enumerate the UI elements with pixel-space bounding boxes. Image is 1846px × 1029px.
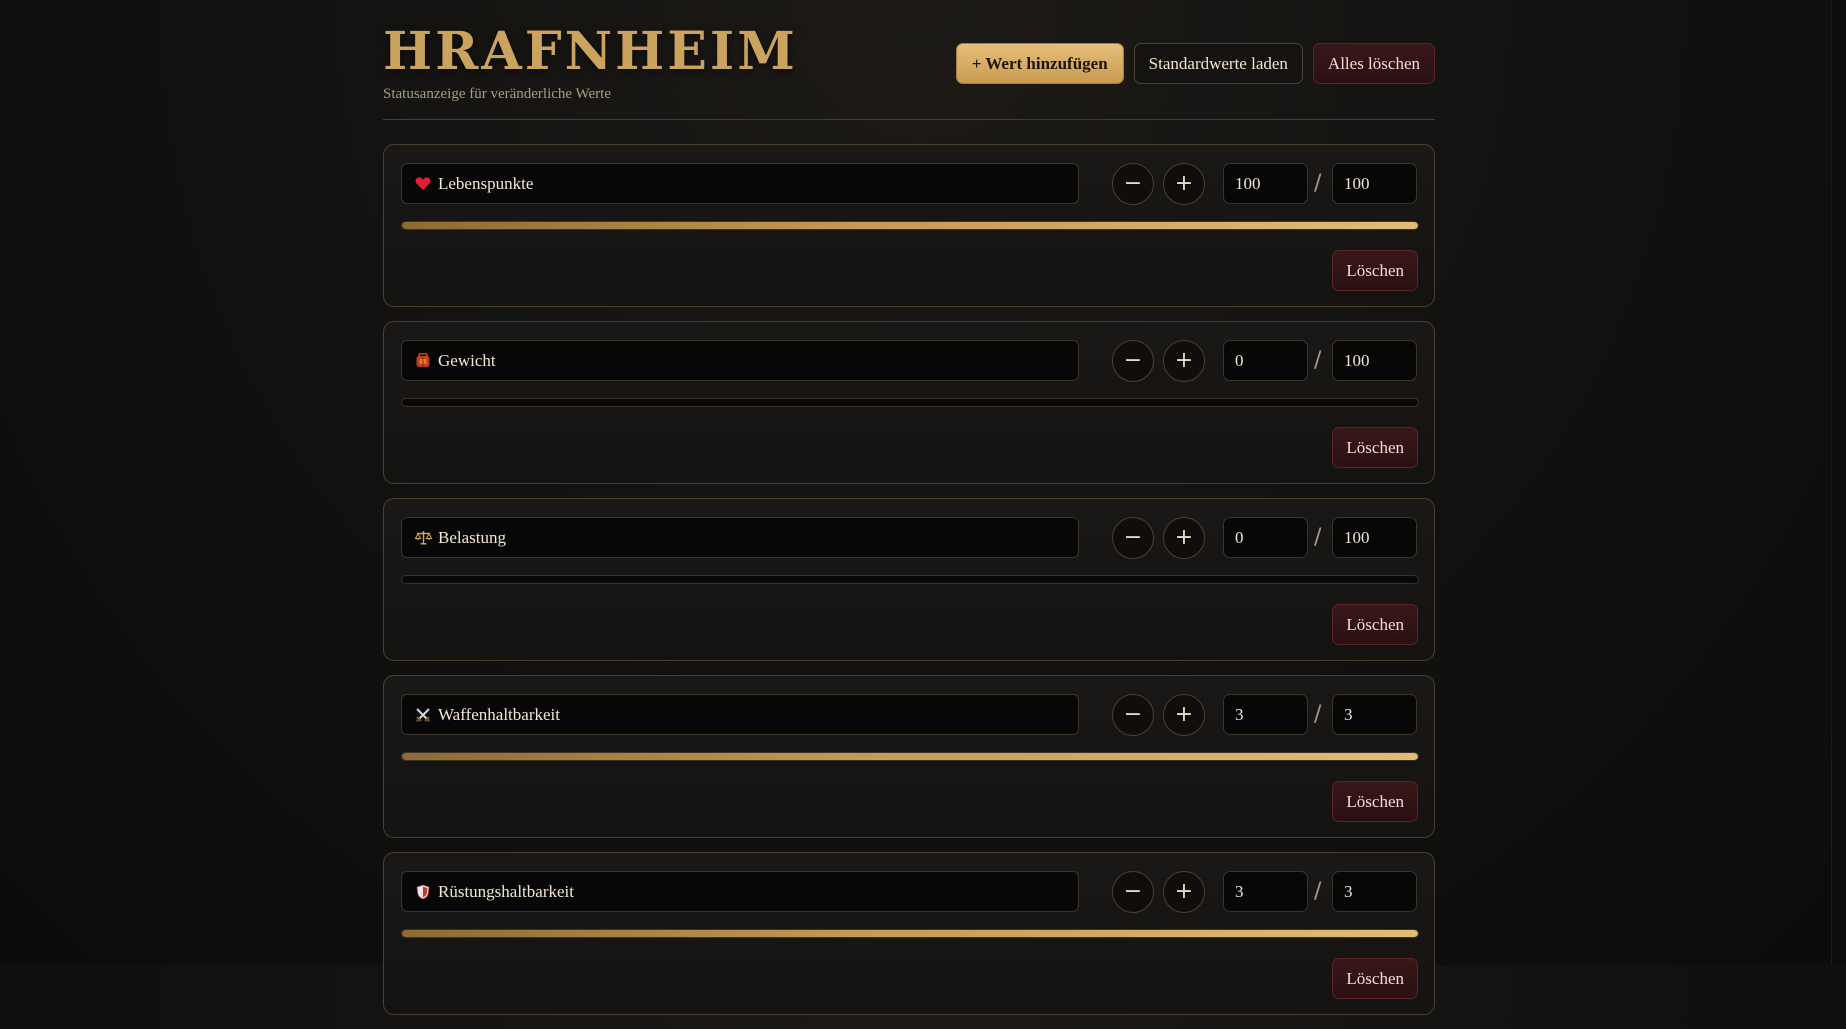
value-card: Belastung − + 0 / 100 Löschen	[383, 498, 1435, 661]
value-name-field[interactable]: Lebenspunkte	[401, 163, 1079, 204]
progress-track	[401, 752, 1419, 761]
progress-track	[401, 929, 1419, 938]
add-value-button[interactable]: + Wert hinzufügen	[955, 43, 1124, 84]
value-separator: /	[1314, 348, 1322, 373]
progress-track	[401, 221, 1419, 230]
value-name-field[interactable]: Rüstungshaltbarkeit	[401, 871, 1079, 912]
value-name-label: Gewicht	[438, 350, 496, 370]
delete-button[interactable]: Löschen	[1332, 604, 1418, 645]
load-defaults-button[interactable]: Standardwerte laden	[1133, 43, 1303, 84]
increment-button[interactable]: +	[1163, 163, 1205, 205]
current-value-input[interactable]: 0	[1223, 340, 1308, 381]
max-value-input[interactable]: 3	[1332, 694, 1417, 735]
crossed-swords-icon	[414, 706, 432, 724]
decrement-button[interactable]: −	[1112, 694, 1154, 736]
value-card: Lebenspunkte − + 100 / 100 Löschen	[383, 144, 1435, 307]
increment-button[interactable]: +	[1163, 340, 1205, 382]
max-value-input[interactable]: 3	[1332, 871, 1417, 912]
decrement-button[interactable]: −	[1112, 163, 1154, 205]
app-title: HRAFNHEIM	[383, 21, 798, 82]
value-name-field[interactable]: Gewicht	[401, 340, 1079, 381]
delete-button[interactable]: Löschen	[1332, 958, 1418, 999]
max-value-input[interactable]: 100	[1332, 163, 1417, 204]
progress-track	[401, 398, 1419, 407]
header-actions: + Wert hinzufügen Standardwerte laden Al…	[955, 43, 1435, 84]
max-value-input[interactable]: 100	[1332, 517, 1417, 558]
scales-icon	[414, 529, 432, 547]
value-name-field[interactable]: Waffenhaltbarkeit	[401, 694, 1079, 735]
delete-button[interactable]: Löschen	[1332, 427, 1418, 468]
app-header: HRAFNHEIM Statusanzeige für veränderlich…	[383, 0, 1435, 120]
decrement-button[interactable]: −	[1112, 340, 1154, 382]
progress-fill	[402, 930, 1418, 937]
value-card: Waffenhaltbarkeit − + 3 / 3 Löschen	[383, 675, 1435, 838]
progress-fill	[402, 222, 1418, 229]
value-separator: /	[1314, 879, 1322, 904]
shield-icon	[414, 883, 432, 901]
progress-fill	[402, 753, 1418, 760]
max-value-input[interactable]: 100	[1332, 340, 1417, 381]
value-separator: /	[1314, 702, 1322, 727]
current-value-input[interactable]: 3	[1223, 871, 1308, 912]
value-list: Lebenspunkte − + 100 / 100 Löschen Gewic…	[383, 144, 1435, 1029]
value-separator: /	[1314, 171, 1322, 196]
heart-icon	[414, 175, 432, 193]
value-card: Gewicht − + 0 / 100 Löschen	[383, 321, 1435, 484]
value-name-field[interactable]: Belastung	[401, 517, 1079, 558]
value-name-label: Waffenhaltbarkeit	[438, 704, 560, 724]
current-value-input[interactable]: 0	[1223, 517, 1308, 558]
value-card: Rüstungshaltbarkeit − + 3 / 3 Löschen	[383, 852, 1435, 1015]
backpack-icon	[414, 352, 432, 370]
current-value-input[interactable]: 100	[1223, 163, 1308, 204]
app-page: HRAFNHEIM Statusanzeige für veränderlich…	[0, 0, 1846, 1015]
delete-button[interactable]: Löschen	[1332, 781, 1418, 822]
value-name-label: Belastung	[438, 527, 506, 547]
clear-all-button[interactable]: Alles löschen	[1312, 43, 1435, 84]
content-wrapper: HRAFNHEIM Statusanzeige für veränderlich…	[383, 0, 1435, 1015]
value-name-label: Lebenspunkte	[438, 173, 534, 193]
app-subtitle: Statusanzeige für veränderliche Werte	[383, 86, 611, 102]
decrement-button[interactable]: −	[1112, 517, 1154, 559]
value-separator: /	[1314, 525, 1322, 550]
delete-button[interactable]: Löschen	[1332, 250, 1418, 291]
page-scrollbar[interactable]	[1831, 0, 1846, 965]
value-name-label: Rüstungshaltbarkeit	[438, 881, 574, 901]
decrement-button[interactable]: −	[1112, 871, 1154, 913]
increment-button[interactable]: +	[1163, 517, 1205, 559]
increment-button[interactable]: +	[1163, 694, 1205, 736]
increment-button[interactable]: +	[1163, 871, 1205, 913]
progress-track	[401, 575, 1419, 584]
current-value-input[interactable]: 3	[1223, 694, 1308, 735]
